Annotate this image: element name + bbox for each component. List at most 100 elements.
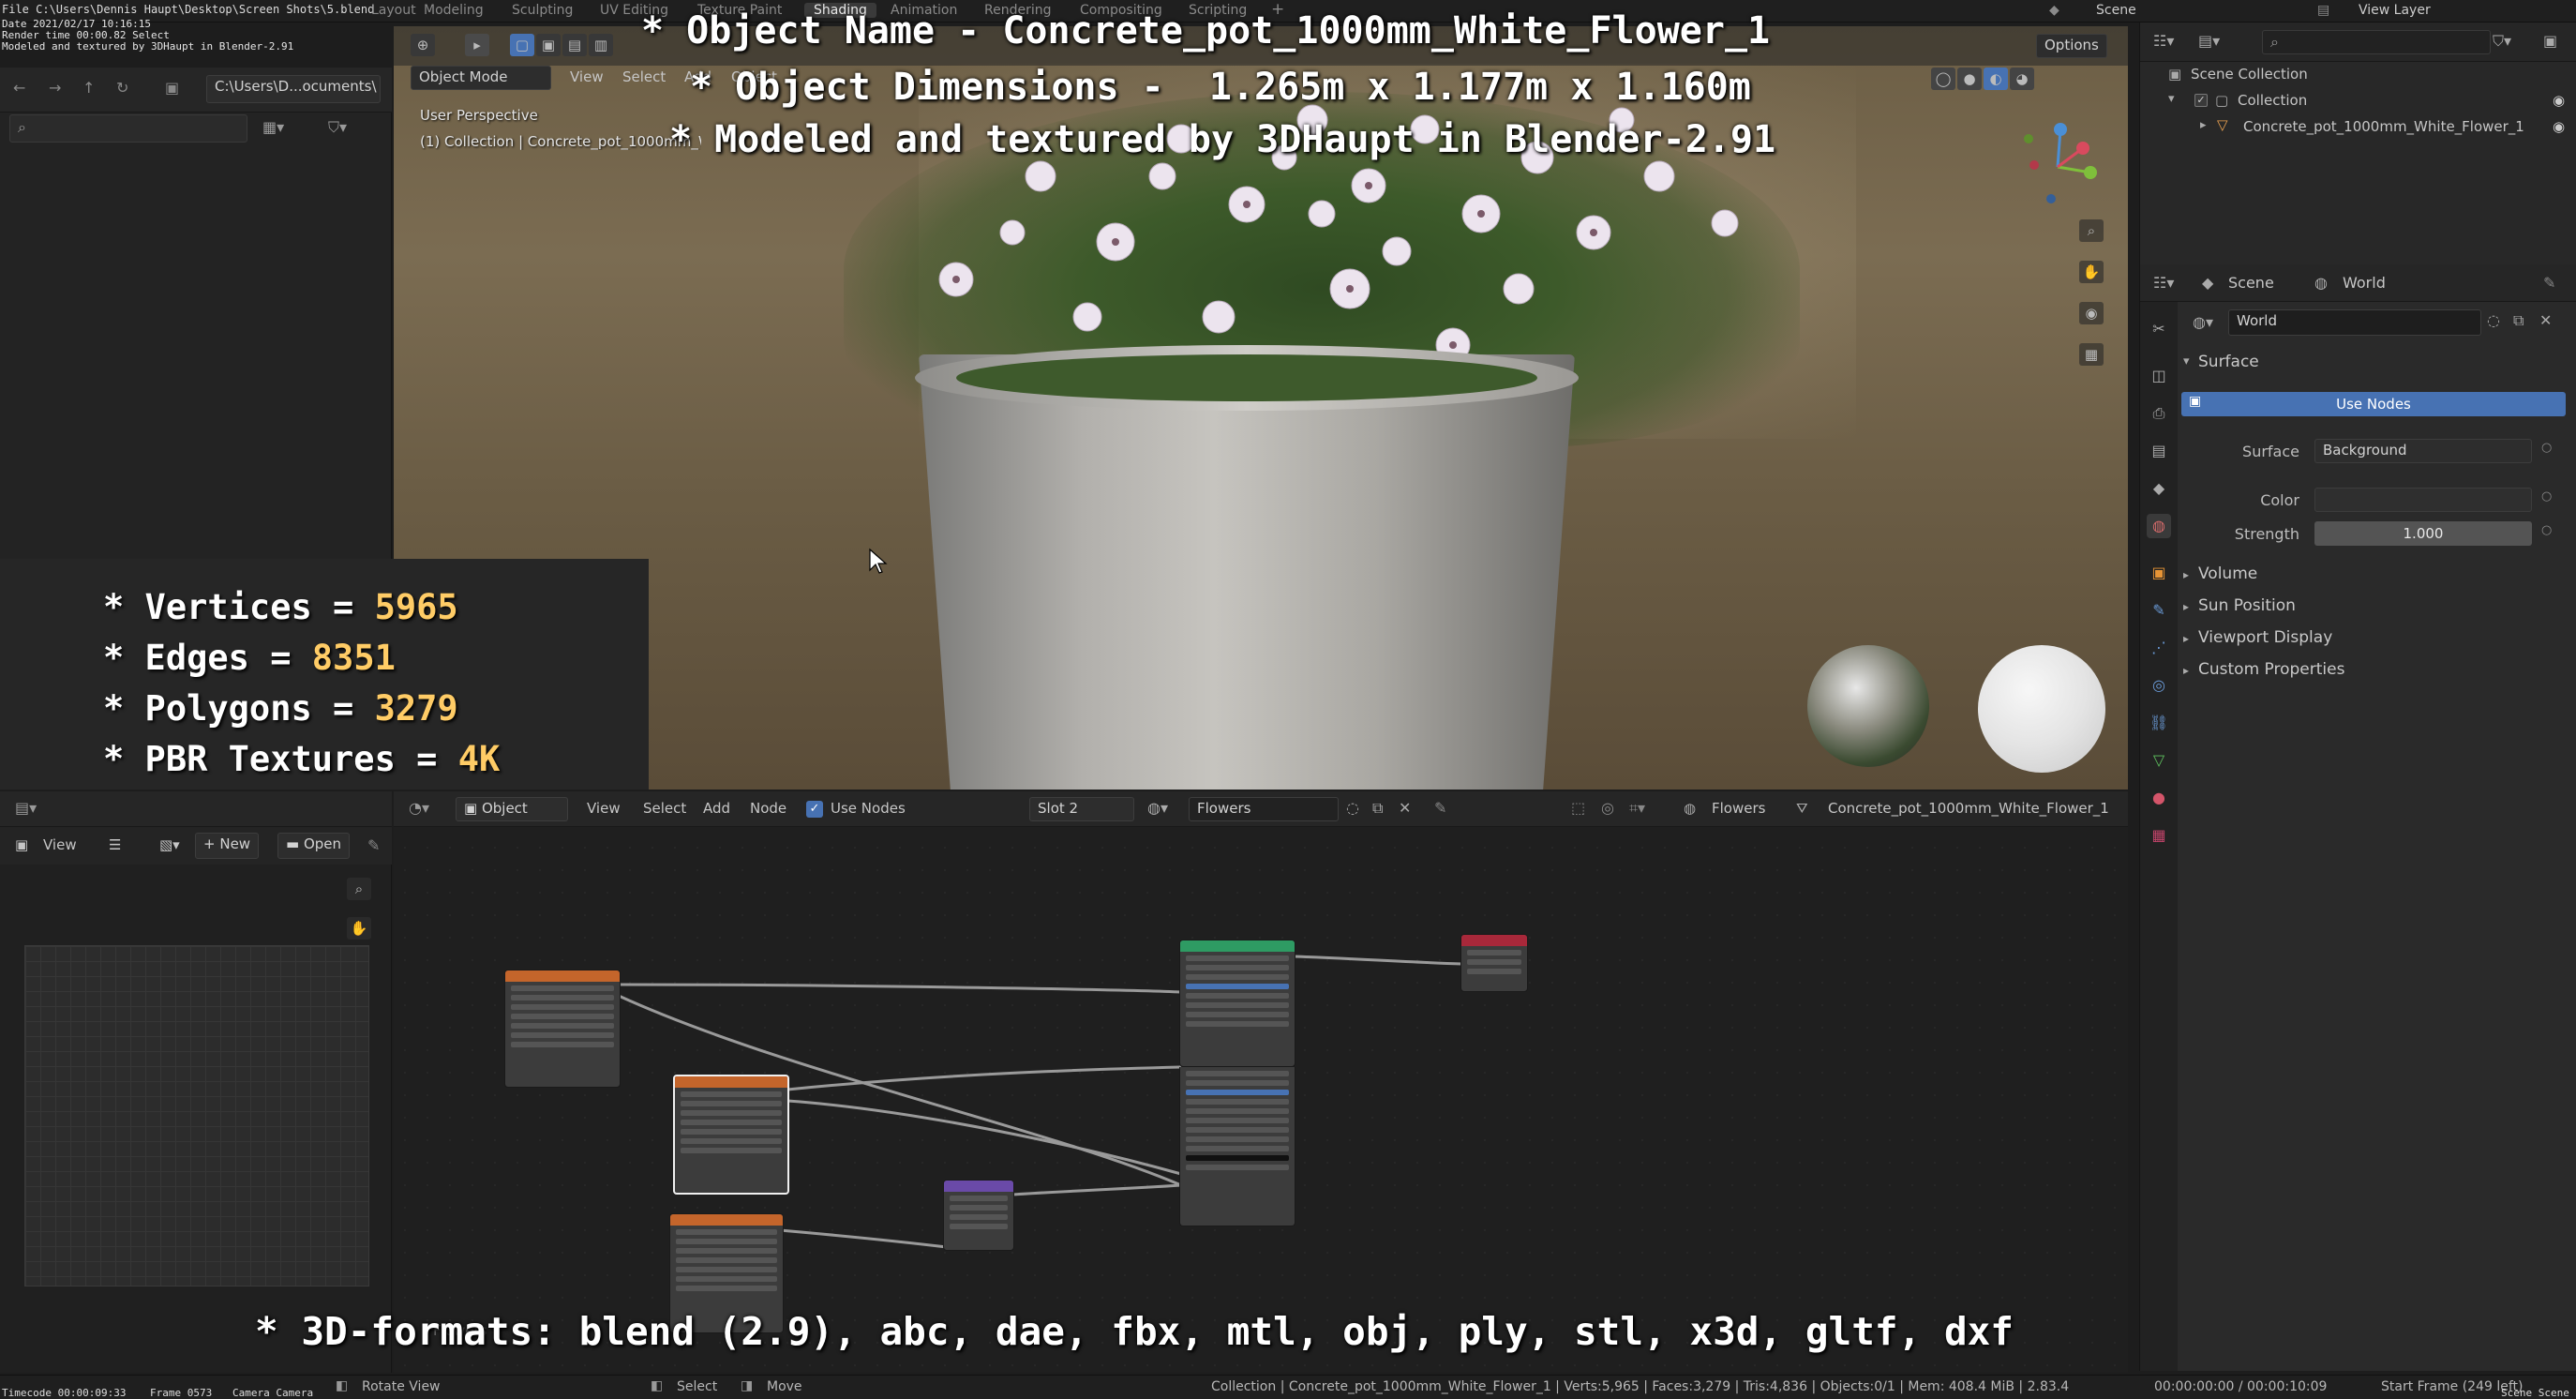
hamburger-menu-icon[interactable]: ☰: [109, 836, 121, 853]
properties-scene-tab[interactable]: Scene: [2228, 274, 2274, 292]
expand-arrow-icon[interactable]: ▸: [2183, 632, 2189, 645]
object-tab-icon[interactable]: ▣: [2147, 561, 2171, 585]
view-layer-selector[interactable]: View Layer: [2359, 3, 2431, 18]
texture-tab-icon[interactable]: ▦: [2147, 823, 2171, 848]
collection-visibility-eye-icon[interactable]: ◉: [2553, 92, 2565, 109]
properties-type-icon[interactable]: ☷▾: [2153, 274, 2174, 292]
strength-field[interactable]: 1.000: [2314, 521, 2532, 546]
zoom-icon[interactable]: ⌕: [2079, 219, 2104, 242]
outliner-type-icon[interactable]: ☷▾: [2153, 32, 2174, 50]
display-mode-icon[interactable]: ▦▾: [262, 118, 284, 136]
tab-sculpting[interactable]: Sculpting: [512, 3, 573, 18]
pan-hand-icon[interactable]: ✋: [2079, 261, 2104, 283]
scene-tab-icon[interactable]: ◆: [2147, 476, 2171, 501]
outliner-scene-collection[interactable]: Scene Collection: [2191, 66, 2308, 83]
world-browse-icon[interactable]: ◍▾: [2193, 313, 2213, 331]
object-mode-dropdown[interactable]: Object Mode: [411, 66, 551, 90]
scene-icon[interactable]: ◆: [2049, 3, 2059, 18]
new-image-button[interactable]: + New: [195, 833, 260, 859]
pin-icon[interactable]: ✎: [2543, 274, 2555, 292]
expand-arrow-icon[interactable]: ▸: [2200, 118, 2207, 132]
expand-arrow-icon[interactable]: ▸: [2183, 568, 2189, 581]
navigation-gizmo[interactable]: [2006, 111, 2109, 214]
principled-bsdf-node[interactable]: [1179, 940, 1295, 1067]
outliner-object[interactable]: Concrete_pot_1000mm_White_Flower_1: [2243, 118, 2524, 135]
pin-icon[interactable]: ✎: [367, 836, 380, 854]
expand-arrow-icon[interactable]: ▾: [2168, 92, 2175, 106]
modifier-tab-icon[interactable]: ✎: [2147, 598, 2171, 623]
select-tool-icon[interactable]: ▸: [465, 34, 489, 56]
particles-tab-icon[interactable]: ⋰: [2147, 636, 2171, 660]
image-texture-node-1[interactable]: [504, 970, 621, 1088]
viewport-display-section[interactable]: Viewport Display: [2198, 628, 2332, 647]
menu-select[interactable]: Select: [622, 68, 666, 85]
output-tab-icon[interactable]: ⎙: [2147, 401, 2171, 426]
fake-user-icon[interactable]: ◌: [2487, 311, 2500, 329]
view-layer-tab-icon[interactable]: ▤: [2147, 439, 2171, 463]
open-image-button[interactable]: ▬ Open: [277, 833, 351, 859]
volume-section[interactable]: Volume: [2198, 564, 2257, 583]
view-layer-icon[interactable]: ▤: [2317, 3, 2329, 18]
node-editor[interactable]: ◔▾ ▣ Object View Select Add Node ✓ Use N…: [394, 791, 2128, 1373]
select-mode-invert-icon[interactable]: ▥: [589, 34, 613, 56]
normal-map-node[interactable]: [943, 1180, 1014, 1251]
new-folder-icon[interactable]: ▣: [165, 79, 179, 97]
duplicate-world-icon[interactable]: ⧉: [2513, 311, 2524, 330]
color-link-icon[interactable]: ○: [2541, 489, 2552, 504]
world-name-field[interactable]: World: [2228, 309, 2481, 336]
outliner-search-input[interactable]: ⌕: [2262, 30, 2491, 54]
material-output-node[interactable]: [1460, 934, 1528, 992]
scene-selector[interactable]: Scene: [2096, 3, 2136, 18]
camera-view-icon[interactable]: ◉: [2079, 302, 2104, 324]
sun-position-section[interactable]: Sun Position: [2198, 596, 2296, 615]
strength-link-icon[interactable]: ○: [2541, 523, 2552, 537]
select-mode-extend-icon[interactable]: ▣: [536, 34, 561, 56]
options-dropdown[interactable]: Options: [2036, 34, 2107, 58]
file-search-input[interactable]: ⌕: [9, 114, 247, 143]
physics-tab-icon[interactable]: ◎: [2147, 673, 2171, 698]
image-browse-icon[interactable]: ▧▾: [159, 836, 180, 853]
principled-bsdf-node-body[interactable]: [1179, 1067, 1295, 1226]
object-visibility-eye-icon[interactable]: ◉: [2553, 118, 2565, 135]
select-mode-new-icon[interactable]: ▢: [510, 34, 534, 56]
color-swatch[interactable]: [2314, 488, 2532, 512]
display-mode-icon[interactable]: ▤▾: [2198, 32, 2220, 50]
shading-material-icon[interactable]: ◐: [1984, 68, 2008, 90]
image-texture-node-2[interactable]: [673, 1075, 789, 1195]
data-tab-icon[interactable]: ▽: [2147, 748, 2171, 773]
back-arrow-icon[interactable]: ←: [13, 79, 25, 97]
tab-layout[interactable]: Layout: [371, 3, 416, 18]
shading-wireframe-icon[interactable]: ◯: [1931, 68, 1955, 90]
refresh-icon[interactable]: ↻: [116, 79, 128, 97]
editor-type-icon[interactable]: ⊕: [411, 34, 435, 56]
outliner-collection[interactable]: Collection: [2238, 92, 2307, 109]
filter-icon[interactable]: ⛉▾: [2493, 32, 2511, 51]
collapse-arrow-icon[interactable]: ▾: [2183, 354, 2190, 369]
custom-properties-section[interactable]: Custom Properties: [2198, 660, 2344, 679]
shading-solid-icon[interactable]: ●: [1957, 68, 1982, 90]
forward-arrow-icon[interactable]: →: [49, 79, 61, 97]
new-collection-icon[interactable]: ▣: [2543, 32, 2557, 50]
image-menu-view[interactable]: View: [43, 836, 77, 853]
collection-checkbox[interactable]: ✓: [2194, 94, 2208, 107]
world-tab-icon[interactable]: ◍: [2147, 514, 2171, 538]
path-field[interactable]: C:\Users\D...ocuments\: [206, 75, 381, 103]
material-tab-icon[interactable]: ●: [2147, 786, 2171, 810]
image-view-icon[interactable]: ▣: [15, 836, 28, 853]
surface-section-header[interactable]: Surface: [2198, 353, 2259, 371]
constraints-tab-icon[interactable]: ⛓: [2147, 711, 2171, 735]
image-pan-icon[interactable]: ✋: [347, 917, 371, 940]
surface-shader-dropdown[interactable]: Background: [2314, 439, 2532, 463]
properties-world-tab[interactable]: World: [2343, 274, 2386, 292]
parent-dir-icon[interactable]: ↑: [82, 79, 95, 97]
surface-link-icon[interactable]: ○: [2541, 441, 2552, 455]
render-tab-icon[interactable]: ◫: [2147, 364, 2171, 388]
editor-type-icon[interactable]: ▤▾: [15, 799, 37, 817]
use-nodes-button[interactable]: Use Nodes: [2181, 392, 2566, 416]
select-mode-subtract-icon[interactable]: ▤: [562, 34, 587, 56]
unlink-world-icon[interactable]: ✕: [2539, 311, 2552, 329]
expand-arrow-icon[interactable]: ▸: [2183, 664, 2189, 677]
image-canvas-grid[interactable]: [24, 945, 369, 1286]
tab-modeling[interactable]: Modeling: [424, 3, 484, 18]
shading-rendered-icon[interactable]: ◕: [2010, 68, 2034, 90]
